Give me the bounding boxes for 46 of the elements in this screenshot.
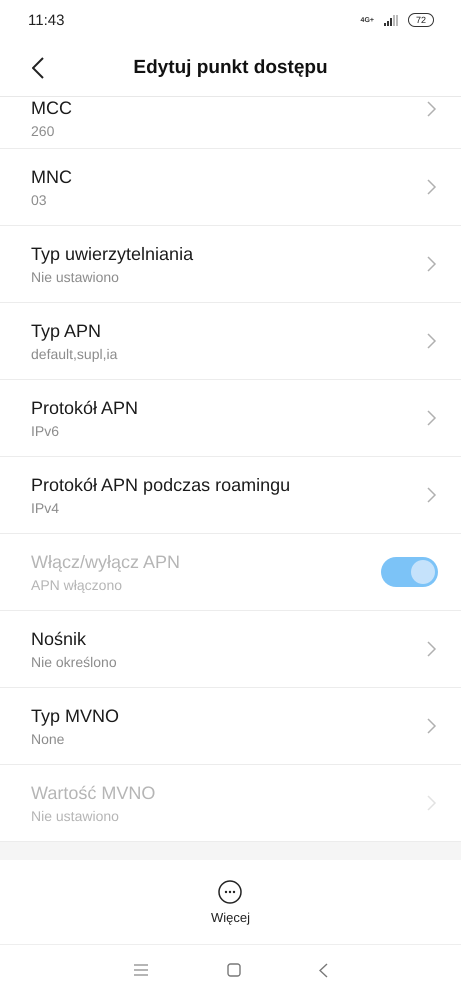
setting-title: Typ MVNO <box>31 705 120 727</box>
chevron-icon <box>427 718 437 734</box>
setting-value: IPv4 <box>31 500 60 516</box>
setting-title: MNC <box>31 166 72 188</box>
chevron-icon <box>427 179 437 195</box>
setting-value: Nie ustawiono <box>31 269 120 285</box>
setting-title: Protokół APN <box>31 397 138 419</box>
settings-row[interactable]: Protokół APN podczas roamingu IPv4 <box>0 457 461 534</box>
page-title: Edytuj punkt dostępu <box>133 57 328 79</box>
setting-value: Nie ustawiono <box>31 808 120 824</box>
setting-value: APN włączono <box>31 577 124 593</box>
setting-value: default,supl,ia <box>31 346 118 362</box>
settings-row[interactable]: Nośnik Nie określono <box>0 611 461 688</box>
setting-value: None <box>31 731 66 747</box>
settings-row[interactable]: MNC 03 <box>0 149 461 226</box>
setting-title: Typ uwierzytelniania <box>31 243 194 265</box>
clock-time: 11:43 <box>28 12 64 28</box>
setting-title: Wartość MVNO <box>31 782 156 804</box>
setting-title: Typ APN <box>31 320 102 342</box>
chevron-icon <box>427 333 437 349</box>
settings-row[interactable]: Typ APN default,supl,ia <box>0 303 461 380</box>
chevron-icon <box>427 101 437 117</box>
home-icon[interactable] <box>227 963 241 977</box>
setting-value: IPv6 <box>31 423 60 439</box>
settings-row[interactable]: MCC 260 <box>0 97 461 149</box>
settings-row[interactable]: Protokół APN IPv6 <box>0 380 461 457</box>
chevron-icon <box>427 487 437 503</box>
setting-title: MCC <box>31 97 72 119</box>
setting-title: Protokół APN podczas roamingu <box>31 474 290 496</box>
setting-value: 260 <box>31 123 56 139</box>
setting-title: Nośnik <box>31 628 88 650</box>
chevron-icon <box>427 641 437 657</box>
chevron-icon <box>427 256 437 272</box>
menu-icon[interactable] <box>133 964 149 976</box>
more-button[interactable]: Więcej <box>206 876 254 928</box>
setting-value: 03 <box>31 192 48 208</box>
settings-row[interactable]: Typ MVNO None <box>0 688 461 765</box>
back-icon[interactable] <box>319 962 328 978</box>
signal-icon <box>384 14 398 26</box>
more-dots-icon <box>218 880 242 904</box>
setting-title: Włącz/wyłącz APN <box>31 551 180 573</box>
battery-level: 72 <box>408 13 434 27</box>
settings-row[interactable]: Typ uwierzytelniania Nie ustawiono <box>0 226 461 303</box>
chevron-icon <box>427 795 437 811</box>
setting-value: Nie określono <box>31 654 117 670</box>
chevron-icon <box>427 410 437 426</box>
